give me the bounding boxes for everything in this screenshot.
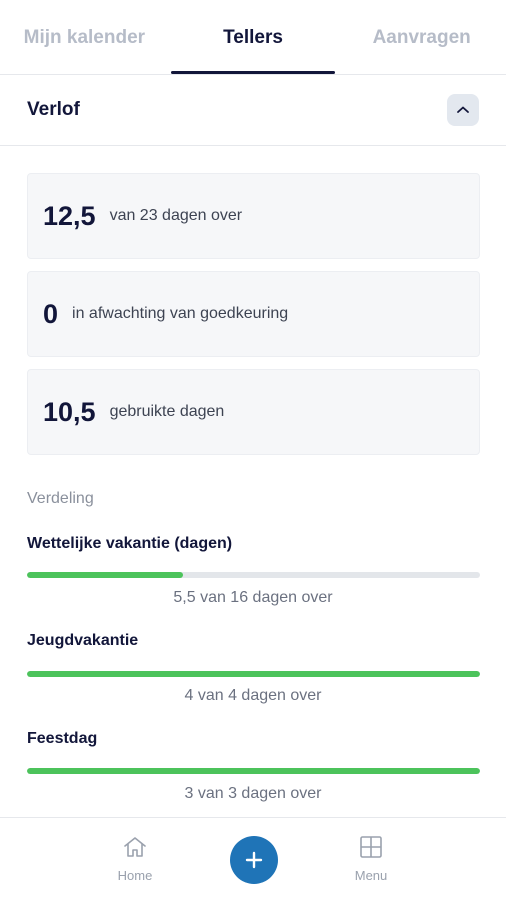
bucket-name: Jeugdvakantie — [27, 632, 139, 649]
bucket-subtitle: 3 van 3 dagen over — [184, 785, 322, 802]
plus-icon — [245, 851, 263, 869]
pending-value: 0 — [43, 298, 59, 329]
summary-card-remaining: 12,5 van 23 dagen over — [27, 173, 480, 259]
summary-card-pending: 0 in afwachting van goedkeuring — [27, 271, 480, 357]
section-header: Verlof — [0, 75, 506, 146]
progress-bar-fill — [27, 572, 183, 578]
collapse-button[interactable] — [447, 94, 479, 126]
section-title: Verlof — [27, 99, 80, 120]
tab-mijn-kalender[interactable]: Mijn kalender — [0, 0, 169, 74]
nav-menu-label: Menu — [354, 868, 388, 883]
pending-label: in afwachting van goedkeuring — [72, 305, 289, 322]
used-days-label: gebruikte dagen — [109, 403, 225, 420]
summary-card-used: 10,5 gebruikte dagen — [27, 369, 480, 455]
progress-bar-fill — [27, 671, 480, 677]
nav-home[interactable]: Home — [105, 835, 165, 883]
progress-bar-fill — [27, 768, 480, 774]
remaining-days-label: van 23 dagen over — [109, 207, 243, 224]
distribution-label: Verdeling — [27, 490, 94, 507]
tab-aanvragen[interactable]: Aanvragen — [337, 0, 506, 74]
nav-home-label: Home — [117, 868, 153, 883]
add-button[interactable] — [230, 836, 278, 884]
home-icon — [124, 837, 146, 857]
used-days-value: 10,5 — [43, 396, 96, 427]
bucket-subtitle: 4 van 4 dagen over — [184, 687, 322, 704]
progress-bar — [27, 671, 480, 677]
bucket-name: Wettelijke vakantie (dagen) — [27, 535, 233, 552]
progress-bar — [27, 768, 480, 774]
tab-tellers[interactable]: Tellers — [169, 0, 338, 74]
chevron-up-icon — [457, 106, 469, 113]
grid-icon — [360, 836, 382, 858]
top-tabs: Mijn kalender Tellers Aanvragen — [0, 0, 506, 75]
bucket-subtitle: 5,5 van 16 dagen over — [173, 589, 333, 606]
bucket-name: Feestdag — [27, 730, 98, 747]
progress-bar — [27, 572, 480, 578]
nav-menu[interactable]: Menu — [341, 835, 401, 883]
remaining-days-value: 12,5 — [43, 200, 96, 231]
bottom-nav: Home Menu — [0, 817, 506, 900]
